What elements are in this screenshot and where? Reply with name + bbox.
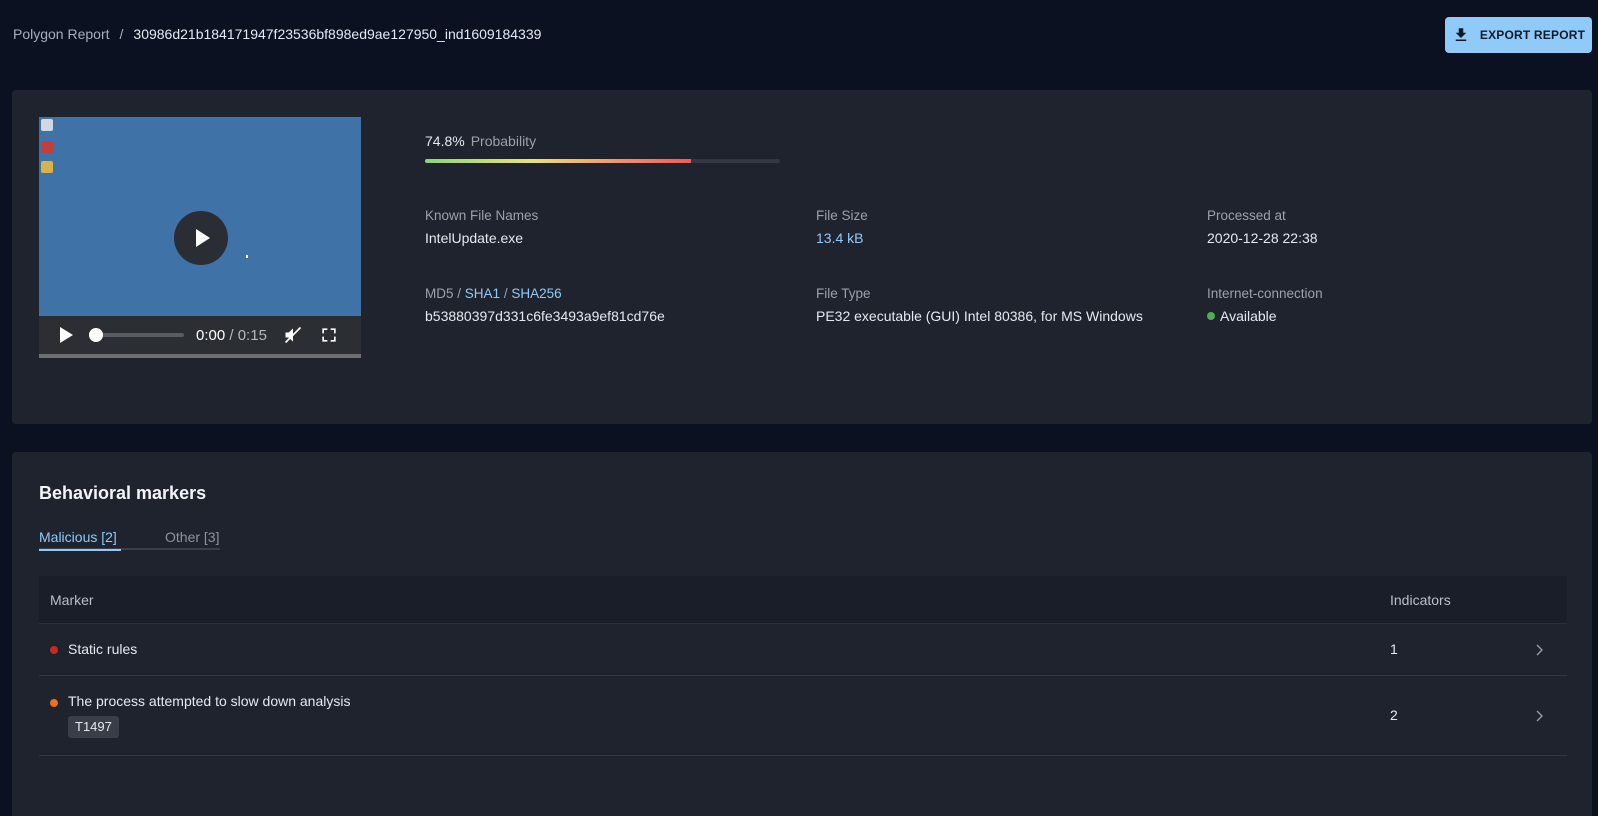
probability-value: 74.8% [425,133,465,149]
hash-sep: / [453,286,465,301]
status-dot-icon [1207,312,1215,320]
seek-knob[interactable] [89,328,103,342]
known-file-names-value: IntelUpdate.exe [425,230,524,246]
table-row[interactable]: Static rules 1 [39,624,1567,676]
probability-fill [425,159,691,163]
technique-tag[interactable]: T1497 [68,716,119,738]
severity-dot-icon [50,646,58,654]
download-icon [1455,28,1467,41]
active-tab-indicator [39,549,121,551]
file-type: File Type PE32 executable (GUI) Intel 80… [816,286,1143,324]
video-controls: 0:00 / 0:15 [39,316,361,354]
internet-connection-value: Available [1220,308,1277,324]
breadcrumb-root[interactable]: Polygon Report [13,26,110,42]
processed-at: Processed at 2020-12-28 22:38 [1207,208,1318,246]
breadcrumb-separator: / [119,26,124,42]
play-icon[interactable] [60,327,73,343]
tab-malicious[interactable]: Malicious [2] [39,529,117,545]
known-file-names: Known File Names IntelUpdate.exe [425,208,538,246]
table-header: Marker Indicators [39,576,1567,624]
sha256-link[interactable]: SHA256 [511,286,561,301]
tab-other[interactable]: Other [3] [165,529,219,545]
desktop-icon [41,141,53,153]
processed-at-value: 2020-12-28 22:38 [1207,230,1318,246]
marker-tabs: Malicious [2] Other [3] [39,529,220,550]
video-bottom-strip [39,354,361,358]
probability: 74.8% Probability [425,133,536,149]
severity-dot-icon [50,699,58,707]
file-type-label: File Type [816,286,871,301]
desktop-icon [41,161,53,173]
column-indicators: Indicators [1390,591,1451,608]
big-play-button[interactable] [174,211,228,265]
known-file-names-label: Known File Names [425,208,539,223]
fullscreen-icon[interactable] [319,325,339,345]
seek-slider[interactable] [89,328,184,342]
probability-label: Probability [470,133,537,149]
hash-selector: MD5 / SHA1 / SHA256 [425,286,665,301]
processed-at-label: Processed at [1207,208,1286,223]
current-time: 0:00 [196,326,226,344]
chevron-right-icon[interactable] [1533,710,1545,722]
breadcrumb: Polygon Report / 30986d21b184171947f2353… [13,26,541,42]
export-report-button[interactable]: EXPORT REPORT [1445,17,1592,53]
markers-table: Marker Indicators Static rules 1 The pro… [39,576,1567,756]
behavioral-markers-card: Behavioral markers Malicious [2] Other [… [12,452,1592,816]
hash-sep: / [500,286,512,301]
section-title: Behavioral markers [39,483,207,503]
total-time: 0:15 [237,326,267,344]
column-marker: Marker [50,591,94,608]
file-size: File Size 13.4 kB [816,208,868,246]
breadcrumb-current: 30986d21b184171947f23536bf898ed9ae127950… [133,26,542,42]
video-player[interactable]: 0:00 / 0:15 [39,117,361,358]
file-size-value[interactable]: 13.4 kB [816,230,868,246]
file-summary-card: 0:00 / 0:15 74.8% Probability Known File … [12,90,1592,424]
md5-link[interactable]: MD5 [425,286,454,301]
sha1-link[interactable]: SHA1 [465,286,500,301]
internet-connection-label: Internet-connection [1207,286,1323,301]
marker-name: The process attempted to slow down analy… [68,693,351,709]
chevron-right-icon[interactable] [1533,644,1545,656]
desktop-icon [41,119,53,131]
hashes: MD5 / SHA1 / SHA256 b53880397d331c6fe349… [425,286,665,324]
hash-value: b53880397d331c6fe3493a9ef81cd76e [425,308,665,324]
probability-bar [425,159,780,163]
export-report-label: EXPORT REPORT [1479,28,1586,42]
mouse-cursor [246,255,248,258]
marker-name: Static rules [68,641,138,657]
file-size-label: File Size [816,208,868,223]
file-type-value: PE32 executable (GUI) Intel 80386, for M… [816,308,1143,324]
time-display: 0:00 / 0:15 [196,327,267,344]
table-row[interactable]: The process attempted to slow down analy… [39,676,1567,756]
internet-connection: Internet-connection Available [1207,286,1323,324]
indicator-count: 1 [1390,641,1398,657]
indicator-count: 2 [1390,707,1398,723]
time-separator: / [229,326,234,344]
mute-icon[interactable] [283,325,303,345]
